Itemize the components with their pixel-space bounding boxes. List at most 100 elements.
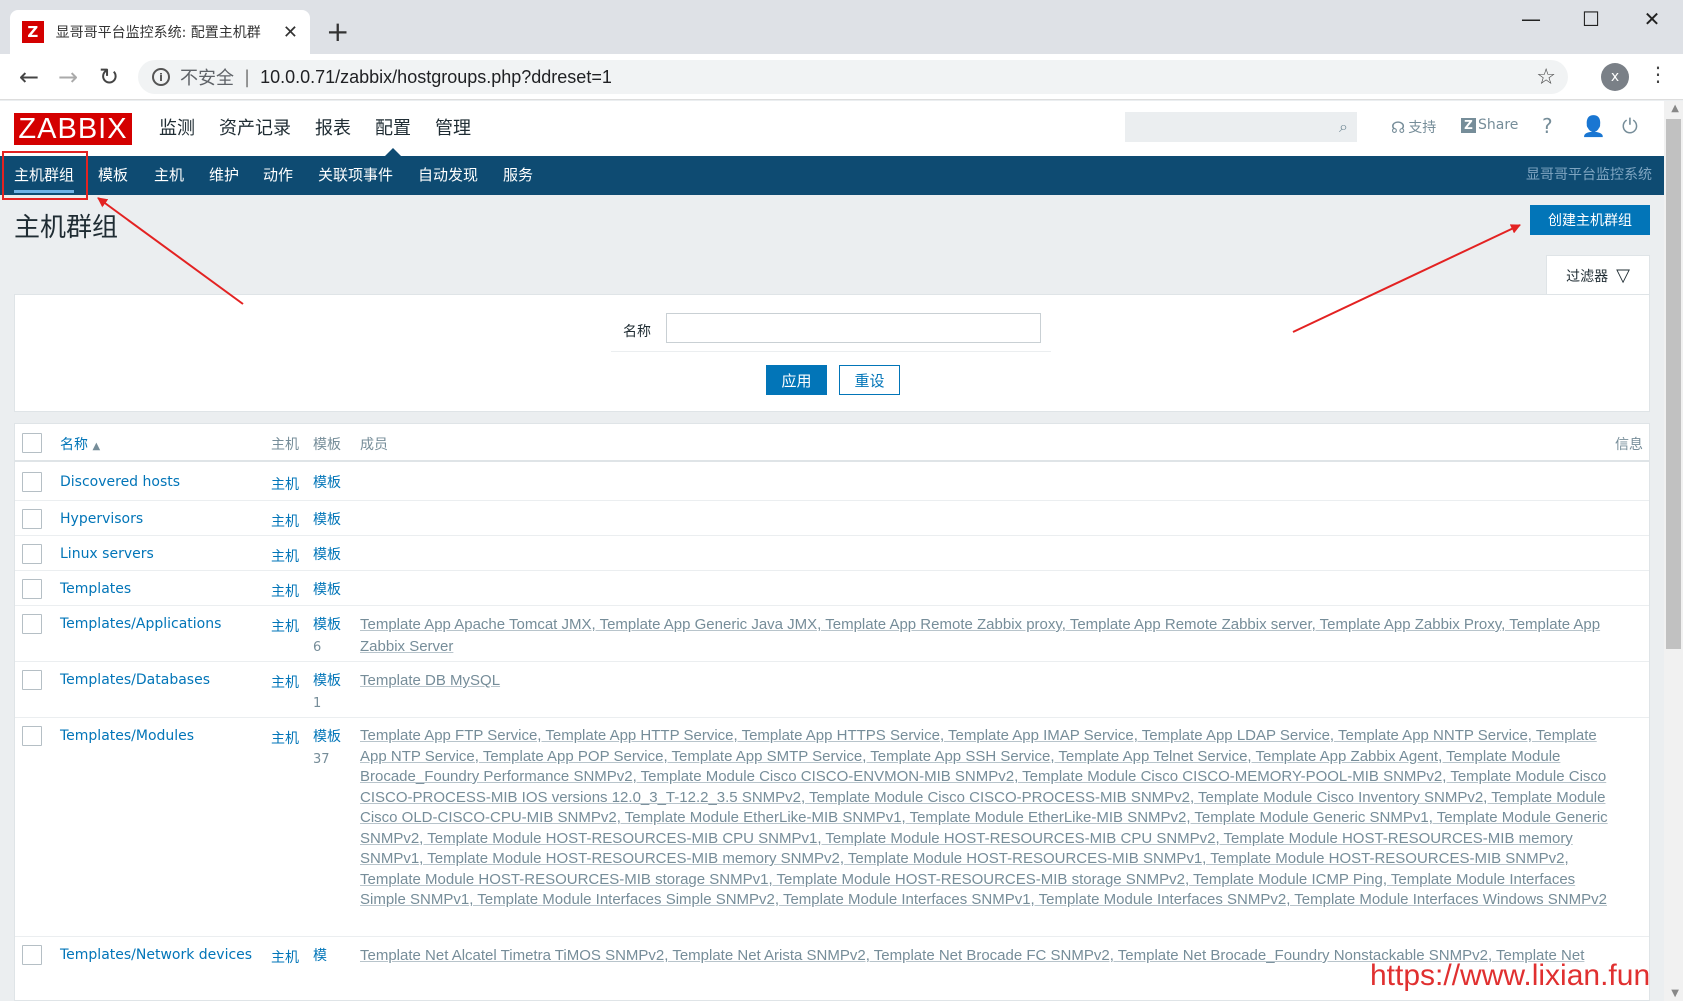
page-title: 主机群组: [14, 213, 119, 243]
page-scrollbar[interactable]: ▲ ▼: [1664, 101, 1683, 1001]
url-text[interactable]: 10.0.0.71/zabbix/hostgroups.php?ddreset=…: [260, 67, 612, 88]
support-label: 支持: [1408, 120, 1437, 136]
profile-avatar[interactable]: x: [1601, 63, 1629, 91]
row-checkbox[interactable]: [22, 670, 42, 690]
group-name-link[interactable]: Linux servers: [60, 546, 154, 562]
templates-link[interactable]: 模板: [313, 509, 353, 531]
members-list[interactable]: Template App FTP Service, Template App H…: [360, 726, 1615, 911]
url-separator: |: [244, 66, 251, 88]
minimize-icon[interactable]: —: [1511, 4, 1551, 34]
menu-administration[interactable]: 管理: [423, 101, 483, 156]
group-name-link[interactable]: Templates/Network devices: [60, 947, 252, 963]
menu-inventory[interactable]: 资产记录: [207, 101, 303, 156]
subnav-templates[interactable]: 模板: [98, 156, 128, 195]
members-list[interactable]: Template App Apache Tomcat JMX, Template…: [360, 614, 1615, 658]
maximize-icon[interactable]: ☐: [1571, 4, 1611, 34]
share-link[interactable]: Z Share: [1461, 117, 1518, 133]
server-name: 显哥哥平台监控系统: [1526, 167, 1652, 183]
main-menu: 监测 资产记录 报表 配置 管理: [147, 101, 483, 156]
scroll-down-icon[interactable]: ▼: [1671, 988, 1679, 999]
zabbix-logo[interactable]: ZABBIX: [14, 113, 132, 145]
hosts-link[interactable]: 主机: [271, 616, 299, 636]
select-all-checkbox[interactable]: [22, 433, 42, 453]
forward-icon[interactable]: →: [53, 62, 83, 92]
browser-menu-icon[interactable]: ⋮: [1648, 62, 1668, 86]
browser-toolbar: ← → ↻ i 不安全 | 10.0.0.71/zabbix/hostgroup…: [0, 54, 1683, 100]
host-groups-table: 名称 ▲ 主机 模板 成员 信息 Discovered hosts 主机 模板 …: [14, 423, 1650, 1001]
bookmark-star-icon[interactable]: ☆: [1536, 65, 1556, 90]
templates-link[interactable]: 模板: [313, 472, 353, 494]
filter-tab[interactable]: 过滤器 ▽: [1546, 255, 1650, 295]
column-name-sort[interactable]: 名称 ▲: [60, 434, 100, 454]
group-name-link[interactable]: Templates: [60, 581, 131, 597]
hosts-link[interactable]: 主机: [271, 947, 299, 967]
sign-out-icon[interactable]: ⏻: [1622, 114, 1638, 138]
subnav-hosts[interactable]: 主机: [154, 156, 184, 195]
templates-link[interactable]: 模: [313, 945, 353, 967]
table-row: Templates/Modules 主机 模板 37 Template App …: [15, 718, 1649, 937]
hosts-link[interactable]: 主机: [271, 511, 299, 531]
watermark: https://www.lixian.fun: [1370, 959, 1651, 992]
menu-reports[interactable]: 报表: [303, 101, 363, 156]
templates-link[interactable]: 模板: [313, 579, 353, 601]
group-name-link[interactable]: Discovered hosts: [60, 474, 180, 490]
row-checkbox[interactable]: [22, 544, 42, 564]
template-count: 6: [313, 640, 322, 655]
row-checkbox[interactable]: [22, 726, 42, 746]
tab-close-icon[interactable]: ✕: [283, 22, 298, 43]
window-close-icon[interactable]: ✕: [1632, 4, 1672, 34]
info-icon[interactable]: i: [152, 68, 170, 86]
create-host-group-button[interactable]: 创建主机群组: [1530, 205, 1650, 235]
hosts-link[interactable]: 主机: [271, 728, 299, 748]
templates-link[interactable]: 模板: [313, 544, 353, 566]
subnav-event-correlation[interactable]: 关联项事件: [318, 156, 393, 195]
members-list[interactable]: Template DB MySQL: [360, 670, 1615, 692]
table-header: 名称 ▲ 主机 模板 成员 信息: [15, 424, 1649, 462]
scroll-thumb[interactable]: [1666, 119, 1681, 649]
search-icon[interactable]: ⌕: [1339, 117, 1348, 137]
help-icon[interactable]: ?: [1542, 114, 1553, 138]
row-checkbox[interactable]: [22, 579, 42, 599]
subnav-actions[interactable]: 动作: [263, 156, 293, 195]
templates-link[interactable]: 模板 37: [313, 726, 353, 771]
zabbix-share-icon: Z: [1461, 117, 1476, 133]
group-name-link[interactable]: Templates/Databases: [60, 672, 210, 688]
address-bar[interactable]: i 不安全 | 10.0.0.71/zabbix/hostgroups.php?…: [138, 60, 1568, 94]
row-checkbox[interactable]: [22, 472, 42, 492]
menu-configuration[interactable]: 配置: [363, 101, 423, 156]
filter-divider: [611, 351, 1051, 352]
row-checkbox[interactable]: [22, 614, 42, 634]
templates-link[interactable]: 模板 6: [313, 614, 353, 659]
subnav-maintenance[interactable]: 维护: [209, 156, 239, 195]
browser-tabstrip: Z 显哥哥平台监控系统: 配置主机群 ✕ + — ☐ ✕: [0, 0, 1683, 54]
column-info: 信息: [1615, 437, 1643, 453]
table-row: Templates 主机 模板: [15, 571, 1649, 606]
hosts-link[interactable]: 主机: [271, 672, 299, 692]
back-icon[interactable]: ←: [14, 62, 44, 92]
user-profile-icon[interactable]: 👤: [1581, 114, 1606, 138]
templates-link[interactable]: 模板 1: [313, 670, 353, 715]
hosts-link[interactable]: 主机: [271, 474, 299, 494]
share-label: Share: [1478, 117, 1519, 133]
global-search-input[interactable]: ⌕: [1125, 112, 1357, 142]
reset-button[interactable]: 重设: [839, 365, 900, 395]
reload-icon[interactable]: ↻: [94, 62, 124, 92]
subnav-services[interactable]: 服务: [503, 156, 533, 195]
group-name-link[interactable]: Templates/Modules: [60, 728, 194, 744]
scroll-up-icon[interactable]: ▲: [1671, 103, 1679, 114]
hosts-link[interactable]: 主机: [271, 581, 299, 601]
row-checkbox[interactable]: [22, 509, 42, 529]
group-name-link[interactable]: Hypervisors: [60, 511, 143, 527]
new-tab-button[interactable]: +: [326, 14, 349, 50]
filter-name-input[interactable]: [666, 313, 1041, 343]
subnav-discovery[interactable]: 自动发现: [418, 156, 478, 195]
template-count: 1: [313, 696, 322, 711]
apply-button[interactable]: 应用: [766, 365, 827, 395]
menu-monitoring[interactable]: 监测: [147, 101, 207, 156]
browser-tab[interactable]: Z 显哥哥平台监控系统: 配置主机群 ✕: [10, 10, 310, 54]
support-link[interactable]: ☊ 支持: [1391, 117, 1436, 137]
hosts-link[interactable]: 主机: [271, 546, 299, 566]
group-name-link[interactable]: Templates/Applications: [60, 616, 221, 632]
filter-tab-label: 过滤器: [1566, 268, 1609, 285]
row-checkbox[interactable]: [22, 945, 42, 965]
